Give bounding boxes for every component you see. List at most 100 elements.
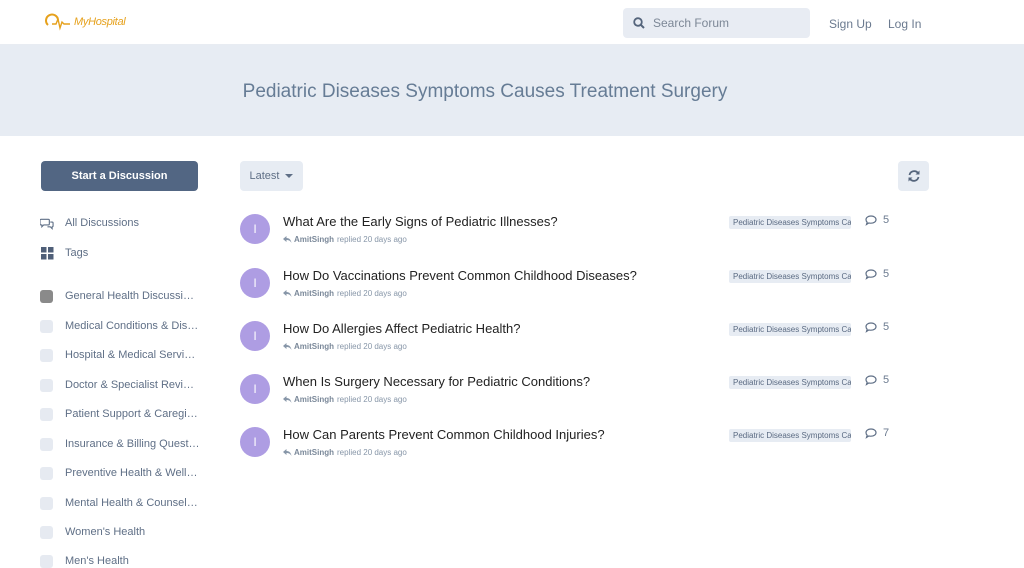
- reply-count-value: 5: [883, 321, 890, 333]
- tag-item[interactable]: Patient Support & Caregiving: [40, 405, 200, 423]
- reply-count: 5: [865, 374, 889, 386]
- discussion-tag[interactable]: Pediatric Diseases Symptoms Causes Treat…: [729, 376, 851, 389]
- nav-label: Tags: [65, 247, 89, 259]
- refresh-icon: [908, 170, 919, 182]
- comment-icon: [865, 321, 877, 333]
- comment-icon: [865, 374, 877, 386]
- nav-tags[interactable]: Tags: [40, 244, 88, 262]
- discussion-meta: AmitSingh replied 20 days ago: [283, 395, 407, 404]
- reply-count-value: 7: [883, 427, 890, 439]
- caret-down-icon: [285, 174, 294, 178]
- discussion-title[interactable]: When Is Surgery Necessary for Pediatric …: [283, 374, 590, 389]
- site-logo[interactable]: MyHospital: [44, 10, 126, 34]
- reply-time: replied 20 days ago: [337, 448, 407, 457]
- tag-color-swatch: [40, 289, 53, 303]
- tag-label: Medical Conditions & Diseases: [65, 320, 200, 332]
- nav-label: All Discussions: [65, 217, 139, 229]
- tag-label: Mental Health & Counseling: [65, 497, 200, 509]
- tag-color-swatch: [40, 348, 53, 362]
- search-icon: [633, 17, 645, 29]
- tag-color-swatch: [40, 554, 53, 568]
- discussion-title[interactable]: How Do Vaccinations Prevent Common Child…: [283, 268, 637, 283]
- tag-color-swatch: [40, 319, 53, 333]
- tag-color-swatch: [40, 466, 53, 480]
- grid-icon: [40, 246, 54, 260]
- tag-item[interactable]: Doctor & Specialist Reviews: [40, 376, 200, 394]
- sign-up-link[interactable]: Sign Up: [829, 17, 872, 31]
- reply-time: replied 20 days ago: [337, 342, 407, 351]
- tag-item[interactable]: Women's Health: [40, 523, 200, 541]
- tag-label: Doctor & Specialist Reviews: [65, 379, 200, 391]
- tag-item[interactable]: Medical Conditions & Diseases: [40, 317, 200, 335]
- tag-color-swatch: [40, 496, 53, 510]
- tag-item[interactable]: Hospital & Medical Services: [40, 346, 200, 364]
- author-name[interactable]: AmitSingh: [294, 448, 334, 457]
- tag-color-swatch: [40, 525, 53, 539]
- discussion-item[interactable]: I How Do Allergies Affect Pediatric Heal…: [240, 321, 930, 365]
- author-name[interactable]: AmitSingh: [294, 342, 334, 351]
- page-title: Pediatric Diseases Symptoms Causes Treat…: [242, 81, 728, 102]
- tag-color-swatch: [40, 407, 53, 421]
- reply-time: replied 20 days ago: [337, 235, 407, 244]
- tag-item[interactable]: Mental Health & Counseling: [40, 494, 200, 512]
- tag-item[interactable]: Preventive Health & Wellness: [40, 464, 200, 482]
- discussion-meta: AmitSingh replied 20 days ago: [283, 289, 407, 298]
- avatar[interactable]: I: [240, 321, 270, 351]
- discussion-item[interactable]: I How Do Vaccinations Prevent Common Chi…: [240, 268, 930, 312]
- tag-label: Women's Health: [65, 526, 146, 538]
- logo-icon: [45, 13, 70, 31]
- nav-all-discussions[interactable]: All Discussions: [40, 214, 139, 232]
- tag-item[interactable]: Men's Health: [40, 552, 200, 568]
- tag-color-swatch: [40, 437, 53, 451]
- reply-count: 7: [865, 427, 889, 439]
- avatar[interactable]: I: [240, 427, 270, 457]
- refresh-button[interactable]: [898, 161, 929, 191]
- reply-icon: [283, 396, 292, 403]
- tag-item[interactable]: General Health Discussions: [40, 287, 200, 305]
- reply-count-value: 5: [883, 214, 890, 226]
- tag-color-swatch: [40, 378, 53, 392]
- avatar[interactable]: I: [240, 268, 270, 298]
- log-in-link[interactable]: Log In: [888, 17, 921, 31]
- author-name[interactable]: AmitSingh: [294, 289, 334, 298]
- discussion-tag[interactable]: Pediatric Diseases Symptoms Causes Treat…: [729, 216, 851, 229]
- tag-label: Preventive Health & Wellness: [65, 467, 200, 479]
- reply-icon: [283, 343, 292, 350]
- author-name[interactable]: AmitSingh: [294, 235, 334, 244]
- avatar[interactable]: I: [240, 374, 270, 404]
- sort-label: Latest: [249, 170, 280, 182]
- discussion-tag[interactable]: Pediatric Diseases Symptoms Causes Treat…: [729, 270, 851, 283]
- sort-dropdown[interactable]: Latest: [240, 161, 303, 191]
- discussion-item[interactable]: I When Is Surgery Necessary for Pediatri…: [240, 374, 930, 418]
- tag-item[interactable]: Insurance & Billing Questions: [40, 435, 200, 453]
- start-discussion-button[interactable]: Start a Discussion: [41, 161, 198, 191]
- avatar[interactable]: I: [240, 214, 270, 244]
- discussion-tag[interactable]: Pediatric Diseases Symptoms Causes Treat…: [729, 323, 851, 336]
- reply-count-value: 5: [883, 374, 890, 386]
- author-name[interactable]: AmitSingh: [294, 395, 334, 404]
- tag-label: Hospital & Medical Services: [65, 349, 200, 361]
- reply-icon: [283, 449, 292, 456]
- discussion-meta: AmitSingh replied 20 days ago: [283, 448, 407, 457]
- logo-text: MyHospital: [74, 16, 126, 28]
- tag-label: General Health Discussions: [65, 290, 200, 302]
- discussion-item[interactable]: I How Can Parents Prevent Common Childho…: [240, 427, 930, 471]
- discussion-item[interactable]: I What Are the Early Signs of Pediatric …: [240, 214, 930, 258]
- comments-icon: [40, 216, 54, 230]
- search-box[interactable]: [623, 8, 810, 38]
- search-input[interactable]: [653, 16, 803, 30]
- reply-count: 5: [865, 268, 889, 280]
- reply-time: replied 20 days ago: [337, 395, 407, 404]
- discussion-meta: AmitSingh replied 20 days ago: [283, 342, 407, 351]
- discussion-meta: AmitSingh replied 20 days ago: [283, 235, 407, 244]
- reply-count: 5: [865, 214, 889, 226]
- discussion-title[interactable]: How Do Allergies Affect Pediatric Health…: [283, 321, 521, 336]
- tag-label: Patient Support & Caregiving: [65, 408, 200, 420]
- discussion-title[interactable]: What Are the Early Signs of Pediatric Il…: [283, 214, 558, 229]
- discussion-tag[interactable]: Pediatric Diseases Symptoms Causes Treat…: [729, 429, 851, 442]
- comment-icon: [865, 427, 877, 439]
- reply-icon: [283, 236, 292, 243]
- discussion-title[interactable]: How Can Parents Prevent Common Childhood…: [283, 427, 605, 442]
- reply-count-value: 5: [883, 268, 890, 280]
- reply-count: 5: [865, 321, 889, 333]
